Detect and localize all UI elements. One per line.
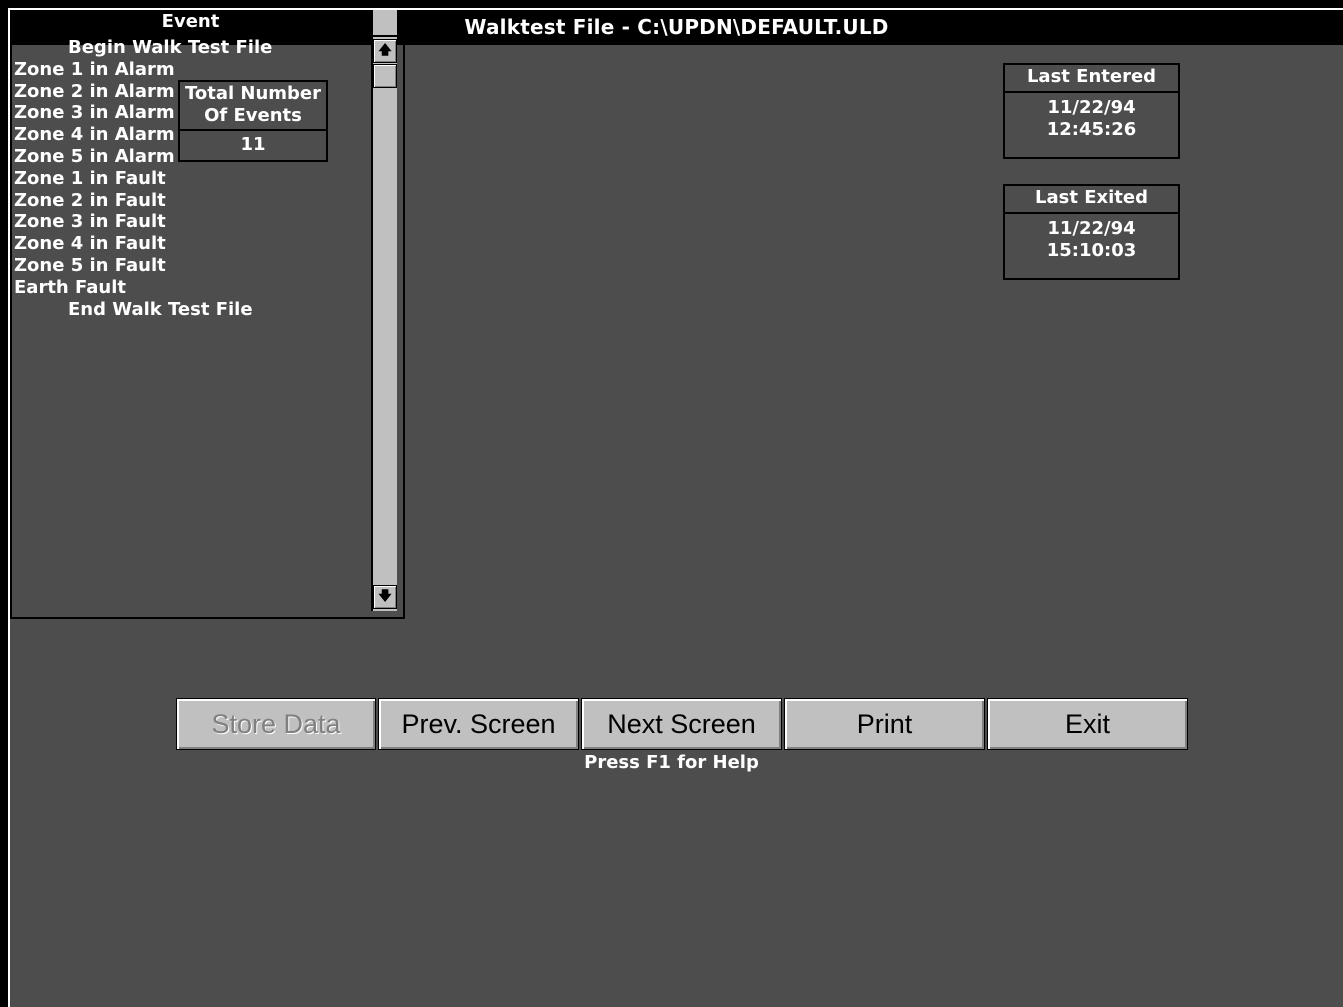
list-item[interactable]: Zone 5 in Alarm bbox=[10, 146, 371, 168]
last-entered-value: 11/22/94 12:45:26 bbox=[1005, 93, 1178, 141]
list-item[interactable]: Zone 1 in Alarm bbox=[10, 59, 371, 81]
event-list[interactable]: Begin Walk Test File Zone 1 in Alarm Zon… bbox=[10, 37, 373, 611]
store-data-button[interactable]: Store Data bbox=[176, 698, 376, 750]
prev-screen-button[interactable]: Prev. Screen bbox=[378, 698, 579, 750]
list-item[interactable]: Zone 4 in Alarm bbox=[10, 124, 371, 146]
scrollbar-thumb[interactable] bbox=[373, 64, 397, 88]
arrow-down-icon[interactable]: 🡇 bbox=[373, 585, 397, 609]
walktest-window: Walktest File - C:\UPDN\DEFAULT.ULD Tota… bbox=[8, 8, 1343, 1007]
print-button[interactable]: Print bbox=[784, 698, 985, 750]
event-listbox[interactable]: Event Begin Walk Test File Zone 1 in Ala… bbox=[10, 10, 405, 619]
list-item[interactable]: Earth Fault bbox=[10, 277, 371, 299]
last-entered-time: 12:45:26 bbox=[1046, 119, 1137, 140]
list-item[interactable]: Zone 4 in Fault bbox=[10, 233, 371, 255]
list-item[interactable]: Begin Walk Test File bbox=[10, 37, 371, 59]
vertical-scrollbar[interactable]: 🡅 🡇 bbox=[373, 37, 397, 611]
list-item[interactable]: Zone 1 in Fault bbox=[10, 168, 371, 190]
list-item[interactable]: Zone 3 in Fault bbox=[10, 211, 371, 233]
last-exited-date: 11/22/94 bbox=[1047, 218, 1136, 239]
list-item[interactable]: Zone 5 in Fault bbox=[10, 255, 371, 277]
last-entered-label: Last Entered bbox=[1005, 65, 1178, 93]
last-entered-date: 11/22/94 bbox=[1047, 97, 1136, 118]
list-item[interactable]: Zone 2 in Alarm bbox=[10, 81, 371, 103]
last-entered-box: Last Entered 11/22/94 12:45:26 bbox=[1003, 63, 1180, 159]
last-exited-value: 11/22/94 15:10:03 bbox=[1005, 214, 1178, 262]
help-hint: Press F1 for Help bbox=[584, 752, 759, 773]
last-exited-label: Last Exited bbox=[1005, 186, 1178, 214]
next-screen-button[interactable]: Next Screen bbox=[581, 698, 782, 750]
last-exited-box: Last Exited 11/22/94 15:10:03 bbox=[1003, 184, 1180, 280]
list-item[interactable]: Zone 3 in Alarm bbox=[10, 102, 371, 124]
list-item[interactable]: Zone 2 in Fault bbox=[10, 190, 371, 212]
exit-button[interactable]: Exit bbox=[987, 698, 1188, 750]
last-exited-time: 15:10:03 bbox=[1046, 240, 1137, 261]
list-item[interactable]: End Walk Test File bbox=[10, 299, 371, 321]
arrow-up-icon[interactable]: 🡅 bbox=[373, 39, 397, 63]
scrollbar-header-corner bbox=[373, 10, 397, 37]
event-column-header: Event bbox=[10, 10, 373, 37]
